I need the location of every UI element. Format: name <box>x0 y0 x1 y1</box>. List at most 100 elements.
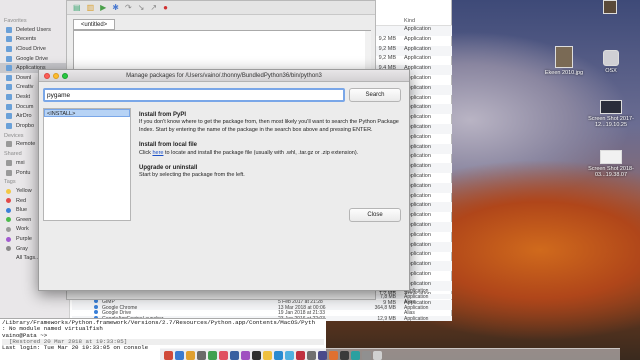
cloud-icon <box>6 45 12 52</box>
install-local-pre: Click <box>139 149 151 156</box>
dock-app-icon[interactable] <box>263 351 272 360</box>
install-local-link[interactable]: here <box>152 150 163 156</box>
sidebar-item-label: Remote <box>16 141 36 148</box>
desktop-icon-osx[interactable]: OSX <box>594 50 628 74</box>
dock-app-icon[interactable] <box>175 351 184 360</box>
dialog-titlebar: Manage packages for /Users/vaino/.thonny… <box>39 70 409 82</box>
dock-app-icon[interactable] <box>340 351 349 360</box>
desktop-icon-top[interactable] <box>600 0 620 16</box>
dock-app-icon[interactable] <box>285 351 294 360</box>
list-column-header[interactable]: Kind <box>372 16 452 26</box>
sidebar-item-label: Recents <box>16 36 37 43</box>
stop-icon[interactable]: ● <box>163 3 168 12</box>
dock-app-icon[interactable] <box>351 351 360 360</box>
desktop-icon-label: Screen Shot 2018-03...19.38.07 <box>588 166 634 178</box>
package-list[interactable]: <INSTALL> <box>43 108 131 221</box>
thonny-toolbar: ▤ ▥ ▶ ✱ ↷ ↘ ↗ ● <box>67 1 375 15</box>
sidebar-item[interactable]: Recents <box>0 35 69 45</box>
dock-app-icon[interactable] <box>362 351 371 360</box>
install-local-text: Click here to locate and install the pac… <box>139 150 403 157</box>
run-icon[interactable]: ▶ <box>100 3 106 12</box>
sidebar-item[interactable]: Deleted Users <box>0 25 69 35</box>
tag-color-icon <box>6 198 11 204</box>
sidebar-tag-label: Red <box>16 197 27 204</box>
package-list-item-install[interactable]: <INSTALL> <box>44 109 130 117</box>
sidebar-item[interactable]: iCloud Drive <box>0 44 69 54</box>
sidebar-tag-label: Yellow <box>16 188 32 195</box>
step-into-icon[interactable]: ↘ <box>138 3 145 12</box>
dock-app-icon[interactable] <box>252 351 261 360</box>
dock-app-icon[interactable] <box>219 351 228 360</box>
search-button[interactable]: Search <box>349 88 401 102</box>
tag-color-icon <box>6 236 11 242</box>
tag-color-icon <box>6 188 11 194</box>
desktop-icon-label: Ekeen 2010.jpg <box>544 70 584 76</box>
install-local-heading: Install from local file <box>139 142 198 149</box>
dock-app-icon[interactable] <box>318 351 327 360</box>
sidebar-item-label: Deskt <box>16 93 31 100</box>
document-icon <box>6 103 12 110</box>
package-search-input[interactable] <box>43 88 345 102</box>
dock-app-icon[interactable] <box>230 351 239 360</box>
new-file-icon[interactable]: ▤ <box>73 3 81 12</box>
applications-icon <box>6 65 12 72</box>
minimize-window-button[interactable] <box>53 73 59 79</box>
sidebar-item-label: Google Drive <box>16 55 49 62</box>
disc-icon <box>6 141 12 148</box>
tag-color-icon <box>6 207 11 213</box>
step-out-icon[interactable]: ↗ <box>150 3 157 12</box>
close-button[interactable]: Close <box>349 208 401 222</box>
file-kind: Application <box>404 55 431 62</box>
dock-app-icon[interactable] <box>373 351 382 360</box>
clock-icon <box>6 36 12 43</box>
sidebar-item-label: Downl <box>16 74 32 81</box>
desktop-icon-photo[interactable]: Ekeen 2010.jpg <box>544 46 584 76</box>
photo-thumbnail <box>555 46 573 68</box>
dock-app-icon[interactable] <box>296 351 305 360</box>
dock-app-icon[interactable] <box>329 351 338 360</box>
sidebar-item-label: mxi <box>16 159 25 166</box>
sidebar-item-label: Deleted Users <box>16 26 51 33</box>
upgrade-heading: Upgrade or uninstall <box>139 165 198 172</box>
maximize-window-button[interactable] <box>62 73 68 79</box>
sidebar-item-label: Dropbo <box>16 122 35 129</box>
file-kind: Application <box>404 315 429 322</box>
sidebar-item-label: Pontu <box>16 169 31 176</box>
close-window-button[interactable] <box>44 73 50 79</box>
dock <box>160 348 620 360</box>
dock-app-icon[interactable] <box>307 351 316 360</box>
package-info-panel: Install from PyPI If you don't know wher… <box>139 112 403 188</box>
dock-app-icon[interactable] <box>186 351 195 360</box>
download-icon <box>6 74 12 81</box>
open-file-icon[interactable]: ▥ <box>87 3 95 12</box>
airdrop-icon <box>6 113 12 120</box>
computer-icon <box>6 169 12 176</box>
desktop-icon-screenshot-2[interactable]: Screen Shot 2018-03...19.38.07 <box>586 150 636 178</box>
desktop-icon <box>6 93 12 100</box>
folder-icon <box>6 26 12 33</box>
sidebar-item[interactable]: Google Drive <box>0 54 69 64</box>
photo-thumbnail <box>603 0 617 14</box>
install-pypi-text: If you don't know where to get the packa… <box>139 119 399 133</box>
debug-icon[interactable]: ✱ <box>112 3 119 12</box>
dock-app-icon[interactable] <box>274 351 283 360</box>
file-kind: Application <box>404 45 431 52</box>
dock-app-icon[interactable] <box>197 351 206 360</box>
file-kind: Application <box>404 26 431 32</box>
desktop-icon-screenshot-1[interactable]: Screen Shot 2017-12...19.10.25 <box>586 100 636 128</box>
app-icon <box>94 304 98 309</box>
desktop-icon-label: Screen Shot 2017-12...19.10.25 <box>588 116 634 128</box>
drive-icon <box>6 55 12 62</box>
dock-app-icon[interactable] <box>164 351 173 360</box>
install-pypi-heading: Install from PyPI <box>139 112 187 118</box>
step-over-icon[interactable]: ↷ <box>125 3 132 12</box>
dock-app-icon[interactable] <box>208 351 217 360</box>
kind-column-header[interactable]: Kind <box>404 18 415 24</box>
tag-color-icon <box>6 226 11 232</box>
computer-icon <box>6 159 12 166</box>
sidebar-tag-label: Blue <box>16 207 28 214</box>
editor-tab[interactable]: <untitled> <box>73 19 115 30</box>
dock-app-icon[interactable] <box>241 351 250 360</box>
dropbox-icon <box>6 122 12 129</box>
sidebar-item-label: iCloud Drive <box>16 45 46 52</box>
